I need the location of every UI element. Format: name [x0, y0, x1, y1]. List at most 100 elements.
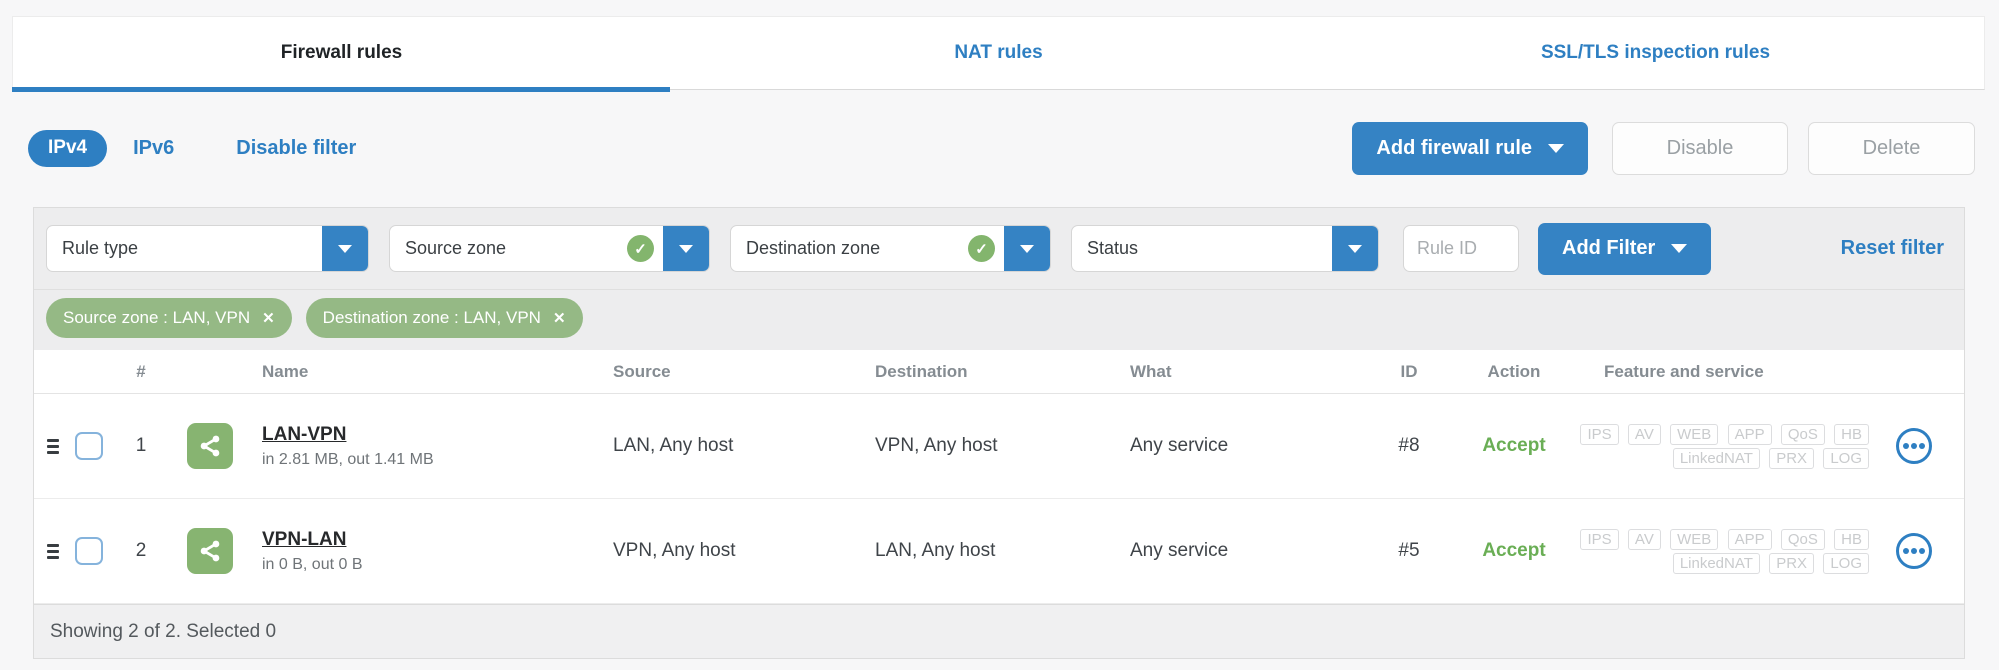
filter-panel: Rule type Source zone ✓ Destination zone…: [34, 208, 1964, 350]
badge-log: LOG: [1823, 553, 1869, 574]
ipv4-toggle[interactable]: IPv4: [28, 129, 108, 167]
rule-type-select-label: Rule type: [62, 238, 139, 258]
table-summary: Showing 2 of 2. Selected 0: [50, 620, 277, 642]
filter-chip-destination-zone: Destination zone : LAN, VPN ✕: [305, 298, 583, 338]
destination-zone-dropdown-button[interactable]: [1004, 226, 1050, 271]
rule-destination: VPN, Any host: [875, 435, 998, 456]
firewall-rules-card: Rule type Source zone ✓ Destination zone…: [33, 207, 1965, 659]
badge-ips: IPS: [1580, 529, 1619, 550]
filter-applied-check-icon: ✓: [968, 235, 995, 262]
chevron-down-icon: [679, 244, 693, 253]
rule-type-tabbar: Firewall rules NAT rules SSL/TLS inspect…: [12, 16, 1985, 92]
drag-handle-icon[interactable]: [47, 543, 59, 559]
status-select[interactable]: Status: [1071, 225, 1379, 272]
rule-destination: LAN, Any host: [875, 540, 996, 561]
header-destination: Destination: [875, 361, 968, 381]
rule-traffic: in 2.81 MB, out 1.41 MB: [262, 450, 434, 468]
feature-badges-line2: LinkedNAT PRX LOG: [1576, 551, 1869, 575]
table-row: 2 VPN-LAN in 0 B, out 0 B VPN, Any host …: [34, 499, 1964, 604]
close-icon[interactable]: ✕: [262, 311, 275, 326]
rule-name-cell: VPN-LAN in 0 B, out 0 B: [249, 529, 613, 574]
share-glyph: [200, 435, 220, 457]
status-dropdown-button[interactable]: [1332, 226, 1378, 271]
active-filter-chips: Source zone : LAN, VPN ✕ Destination zon…: [34, 290, 1964, 350]
badge-app: APP: [1727, 529, 1772, 550]
row-more-actions-button[interactable]: [1896, 533, 1932, 569]
tab-firewall-rules[interactable]: Firewall rules: [12, 17, 670, 92]
header-source: Source: [613, 361, 671, 381]
rule-source: VPN, Any host: [613, 540, 736, 561]
header-number: #: [136, 361, 146, 381]
chevron-down-icon: [1020, 244, 1034, 253]
row-number: 2: [135, 540, 147, 561]
badge-prx: PRX: [1769, 553, 1815, 574]
row-number: 1: [135, 435, 147, 456]
rule-name-link[interactable]: VPN-LAN: [262, 529, 346, 551]
drag-handle-icon[interactable]: [47, 438, 59, 454]
status-select-label: Status: [1087, 238, 1139, 258]
filter-applied-check-icon: ✓: [627, 235, 654, 262]
tab-ssl-tls-inspection-rules[interactable]: SSL/TLS inspection rules: [1327, 17, 1984, 89]
source-zone-dropdown-button[interactable]: [663, 226, 709, 271]
row-checkbox[interactable]: [75, 432, 103, 460]
rule-id: #5: [1398, 540, 1420, 561]
badge-prx: PRX: [1769, 448, 1815, 469]
table-footer: Showing 2 of 2. Selected 0: [34, 604, 1964, 658]
badge-qos: QoS: [1780, 529, 1825, 550]
rule-id: #8: [1398, 435, 1420, 456]
rule-traffic: in 0 B, out 0 B: [262, 555, 363, 573]
chevron-down-icon: [1548, 143, 1564, 153]
badge-app: APP: [1727, 424, 1772, 445]
share-network-icon[interactable]: [187, 423, 233, 469]
destination-zone-select-label: Destination zone: [746, 238, 881, 258]
badge-av: AV: [1627, 424, 1661, 445]
tab-nat-rules[interactable]: NAT rules: [670, 17, 1327, 89]
row-checkbox[interactable]: [75, 537, 103, 565]
badge-hb: HB: [1834, 424, 1869, 445]
share-glyph: [200, 540, 220, 562]
feature-badges-line2: LinkedNAT PRX LOG: [1576, 446, 1869, 470]
badge-linkednat: LinkedNAT: [1672, 448, 1760, 469]
add-firewall-rule-label: Add firewall rule: [1376, 136, 1532, 159]
badge-web: WEB: [1670, 529, 1719, 550]
chevron-down-icon: [1671, 244, 1688, 253]
share-network-icon[interactable]: [187, 528, 233, 574]
feature-badges: IPS AV WEB APP QoS HB LinkedNAT PRX LOG: [1576, 422, 1869, 470]
chevron-down-icon: [338, 244, 352, 253]
header-name: Name: [262, 361, 309, 381]
filter-chip-source-zone: Source zone : LAN, VPN ✕: [46, 298, 292, 338]
badge-hb: HB: [1834, 529, 1869, 550]
toolbar: IPv4 IPv6 Disable filter Add firewall ru…: [28, 118, 1975, 178]
rule-name-link[interactable]: LAN-VPN: [262, 424, 346, 446]
rule-name-cell: LAN-VPN in 2.81 MB, out 1.41 MB: [249, 424, 613, 469]
badge-linkednat: LinkedNAT: [1672, 553, 1760, 574]
feature-badges-line1: IPS AV WEB APP QoS HB: [1576, 422, 1869, 446]
rule-type-dropdown-button[interactable]: [322, 226, 368, 271]
feature-and-service-cell: IPS AV WEB APP QoS HB LinkedNAT PRX LOG: [1574, 527, 1964, 575]
add-filter-button[interactable]: Add Filter: [1538, 222, 1712, 275]
rule-what: Any service: [1130, 540, 1229, 561]
badge-qos: QoS: [1780, 424, 1825, 445]
delete-button[interactable]: Delete: [1808, 121, 1975, 175]
feature-badges: IPS AV WEB APP QoS HB LinkedNAT PRX LOG: [1576, 527, 1869, 575]
destination-zone-select[interactable]: Destination zone ✓: [730, 225, 1051, 272]
source-zone-select[interactable]: Source zone ✓: [389, 225, 710, 272]
disable-button[interactable]: Disable: [1612, 121, 1788, 175]
rule-type-select[interactable]: Rule type: [46, 225, 369, 272]
rule-action: Accept: [1482, 540, 1546, 561]
reset-filter-link[interactable]: Reset filter: [1841, 237, 1944, 260]
header-action: Action: [1487, 361, 1541, 381]
chevron-down-icon: [1348, 244, 1362, 253]
add-firewall-rule-button[interactable]: Add firewall rule: [1352, 121, 1588, 175]
badge-ips: IPS: [1580, 424, 1619, 445]
disable-filter-link[interactable]: Disable filter: [236, 137, 356, 160]
ipv6-toggle[interactable]: IPv6: [133, 137, 174, 160]
feature-and-service-cell: IPS AV WEB APP QoS HB LinkedNAT PRX LOG: [1574, 422, 1964, 470]
table-row: 1 LAN-VPN in 2.81 MB, out 1.41 MB LAN, A…: [34, 394, 1964, 499]
close-icon[interactable]: ✕: [553, 311, 566, 326]
badge-av: AV: [1627, 529, 1661, 550]
header-what: What: [1130, 361, 1172, 381]
rule-id-input[interactable]: [1403, 225, 1519, 272]
row-more-actions-button[interactable]: [1896, 428, 1932, 464]
header-feature-and-service: Feature and service: [1604, 361, 1764, 381]
